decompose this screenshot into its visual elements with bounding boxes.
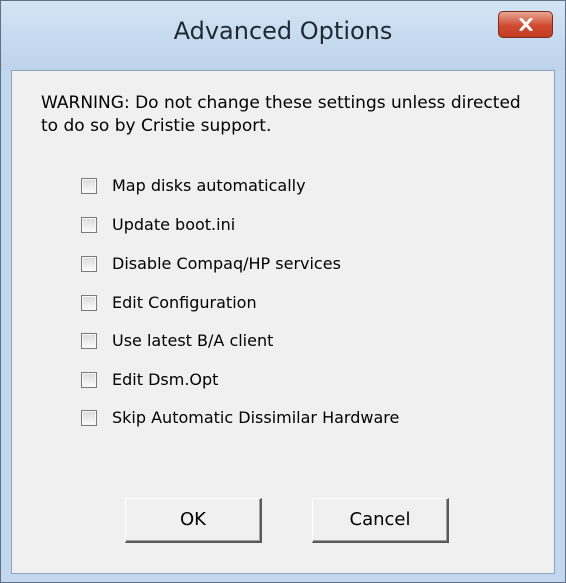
disable-compaq-hp-checkbox[interactable] [81, 256, 97, 272]
update-boot-ini-checkbox[interactable] [81, 217, 97, 233]
option-label: Map disks automatically [112, 176, 306, 195]
close-icon [519, 18, 533, 31]
edit-configuration-checkbox[interactable] [81, 295, 97, 311]
dialog-content: WARNING: Do not change these settings un… [11, 70, 555, 574]
option-label: Update boot.ini [112, 215, 236, 234]
cancel-button[interactable]: Cancel [312, 498, 449, 543]
advanced-options-dialog: Advanced Options WARNING: Do not change … [0, 0, 566, 583]
ok-button[interactable]: OK [125, 498, 262, 543]
option-label: Skip Automatic Dissimilar Hardware [112, 408, 400, 427]
close-button[interactable] [498, 11, 553, 38]
title-bar[interactable]: Advanced Options [1, 1, 565, 70]
dialog-title: Advanced Options [173, 17, 393, 45]
latest-ba-client-checkbox[interactable] [81, 333, 97, 349]
map-disks-checkbox[interactable] [81, 178, 97, 194]
option-label: Edit Configuration [112, 293, 257, 312]
edit-dsm-opt-checkbox[interactable] [81, 372, 97, 388]
warning-text: WARNING: Do not change these settings un… [41, 93, 521, 136]
option-label: Edit Dsm.Opt [112, 370, 219, 389]
skip-dissimilar-hardware-checkbox[interactable] [81, 410, 97, 426]
option-label: Disable Compaq/HP services [112, 254, 341, 273]
option-label: Use latest B/A client [112, 331, 274, 350]
